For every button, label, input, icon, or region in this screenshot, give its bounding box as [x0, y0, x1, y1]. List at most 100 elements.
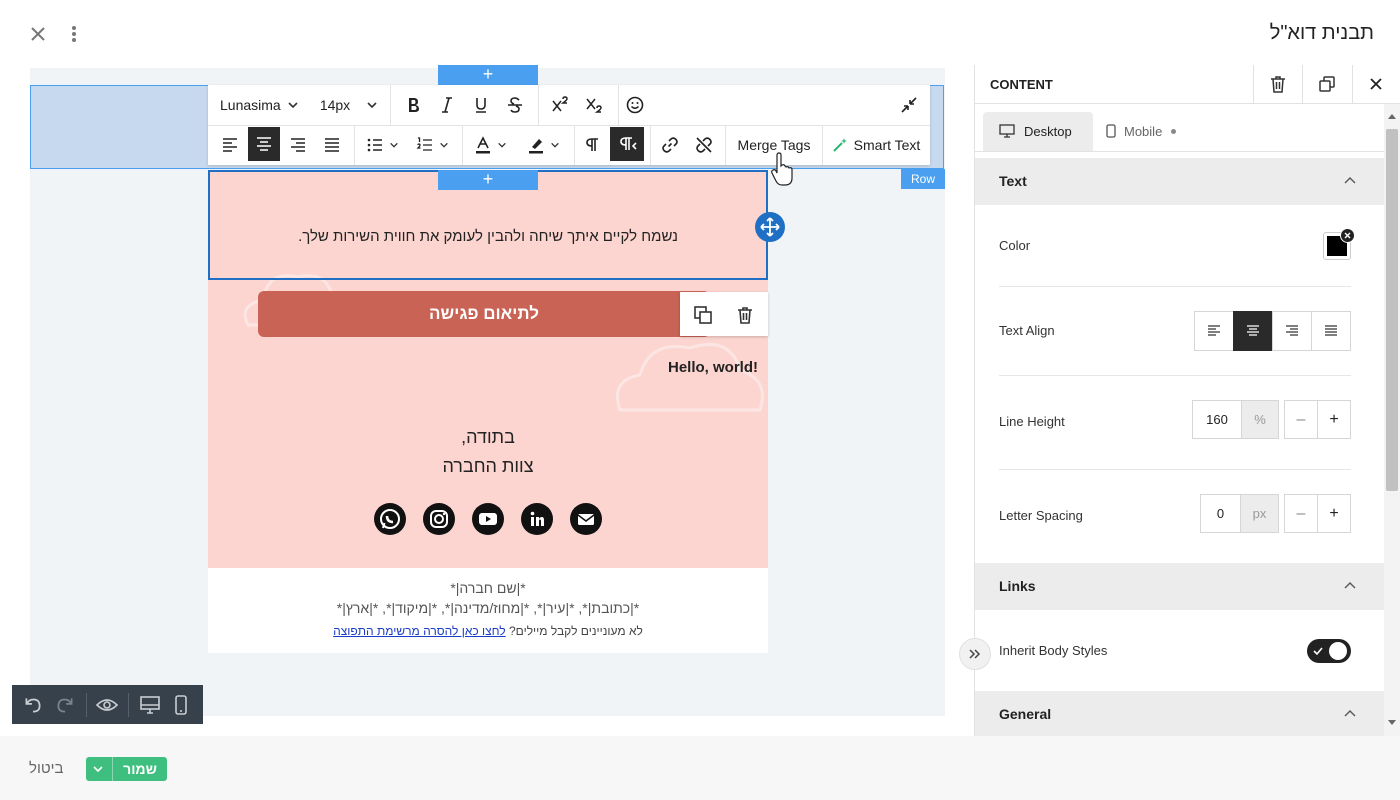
desktop-view-icon[interactable] — [138, 694, 162, 716]
letter-spacing-input[interactable]: 0 — [1200, 494, 1241, 533]
text-formatting-toolbar: Lunasima 14px Merge Tags Smart Text — [208, 85, 930, 165]
font-family-value: Lunasima — [220, 97, 281, 113]
double-chevron-right-icon — [969, 649, 981, 659]
scrollbar-thumb[interactable] — [1386, 129, 1398, 491]
cta-button[interactable]: לתיאום פגישה — [258, 291, 710, 337]
smart-text-label: Smart Text — [853, 137, 921, 153]
duplicate-icon[interactable] — [692, 304, 714, 326]
strikethrough-button[interactable] — [500, 93, 530, 117]
redo-icon[interactable] — [54, 694, 76, 716]
preview-eye-icon[interactable] — [95, 694, 119, 716]
chevron-up-icon — [1344, 177, 1356, 184]
section-text-header[interactable]: Text — [975, 158, 1384, 205]
row-tag[interactable]: Row — [901, 169, 945, 189]
youtube-icon[interactable] — [472, 503, 504, 535]
rtl-direction-button[interactable] — [610, 127, 644, 161]
close-panel-icon[interactable] — [1366, 74, 1386, 94]
tab-label: Mobile — [1124, 124, 1163, 139]
panel-align-justify-button[interactable] — [1311, 311, 1351, 351]
clear-color-icon[interactable] — [1340, 228, 1355, 243]
panel-align-left-button[interactable] — [1194, 311, 1234, 351]
italic-button[interactable] — [432, 93, 462, 117]
hello-text[interactable]: Hello, world! — [668, 359, 758, 376]
message-text[interactable]: נשמח לקיים איתך שיחה ולהבין לעומק את חוו… — [208, 228, 768, 245]
text-color-button[interactable] — [468, 129, 512, 161]
unsubscribe-text: לא מעוניינים לקבל מיילים? — [509, 624, 643, 638]
align-center-button[interactable] — [248, 127, 280, 161]
letter-spacing-decrement[interactable]: – — [1284, 494, 1318, 533]
signoff-line: צוות החברה — [442, 456, 534, 476]
scroll-up-icon[interactable] — [1387, 112, 1397, 120]
panel-align-right-button[interactable] — [1272, 311, 1312, 351]
link-icon[interactable] — [654, 129, 686, 161]
panel-scrollbar[interactable] — [1384, 104, 1400, 736]
chevron-up-icon — [1344, 710, 1356, 717]
collapse-panel-button[interactable] — [959, 638, 991, 670]
save-button[interactable]: שמור — [86, 757, 167, 781]
line-height-label: Line Height — [999, 414, 1065, 429]
line-height-increment[interactable]: + — [1317, 400, 1351, 439]
email-icon[interactable] — [570, 503, 602, 535]
superscript-button[interactable] — [544, 93, 576, 117]
smart-text-button[interactable]: Smart Text — [826, 129, 926, 161]
emoji-icon[interactable] — [620, 93, 650, 117]
undo-icon[interactable] — [22, 694, 44, 716]
move-handle-icon[interactable] — [755, 212, 785, 242]
tab-mobile[interactable]: Mobile — [1100, 112, 1200, 151]
save-label: שמור — [123, 761, 157, 777]
underline-button[interactable] — [466, 93, 496, 117]
linkedin-icon[interactable] — [521, 503, 553, 535]
font-family-select[interactable]: Lunasima — [212, 85, 308, 125]
tab-label: Desktop — [1024, 124, 1072, 139]
section-general-header[interactable]: General — [975, 691, 1384, 736]
signoff[interactable]: בתודה, צוות החברה — [208, 423, 768, 481]
bold-button[interactable] — [398, 93, 428, 117]
font-size-value: 14px — [319, 97, 351, 113]
instagram-icon[interactable] — [423, 503, 455, 535]
unsaved-dot — [1171, 129, 1176, 134]
tab-desktop[interactable]: Desktop — [983, 112, 1093, 151]
chevron-up-icon — [1344, 582, 1356, 589]
subscript-button[interactable] — [578, 93, 610, 117]
whatsapp-icon[interactable] — [374, 503, 406, 535]
line-height-decrement[interactable]: – — [1284, 400, 1318, 439]
close-icon[interactable] — [28, 24, 48, 44]
footer-company: *|שם חברה|* — [450, 580, 526, 596]
letter-spacing-increment[interactable]: + — [1317, 494, 1351, 533]
panel-title: CONTENT — [990, 77, 1053, 92]
duplicate-icon[interactable] — [1317, 74, 1337, 94]
section-links-header[interactable]: Links — [975, 563, 1384, 610]
unlink-icon[interactable] — [688, 129, 720, 161]
footer-unsubscribe: לא מעוניינים לקבל מיילים? לחצו כאן להסרה… — [208, 624, 768, 638]
delete-icon[interactable] — [734, 304, 756, 326]
bullet-list-button[interactable] — [360, 129, 404, 161]
trash-icon[interactable] — [1268, 74, 1288, 94]
align-right-button[interactable] — [282, 129, 314, 161]
block-actions — [680, 292, 768, 336]
chevron-down-icon — [367, 102, 377, 109]
letter-spacing-label: Letter Spacing — [999, 508, 1083, 523]
top-bar: תבנית דוא"ל — [0, 0, 1400, 68]
unsubscribe-link[interactable]: לחצו כאן להסרה מרשימת התפוצה — [333, 624, 506, 638]
panel-align-center-button[interactable] — [1233, 311, 1273, 351]
numbered-list-button[interactable] — [410, 129, 454, 161]
ltr-direction-button[interactable] — [578, 129, 608, 161]
inherit-body-styles-toggle[interactable] — [1307, 639, 1351, 663]
collapse-icon[interactable] — [894, 93, 924, 117]
more-options-icon[interactable] — [66, 24, 82, 44]
line-height-input[interactable]: 160 — [1192, 400, 1242, 439]
chevron-down-icon[interactable] — [93, 765, 103, 773]
mobile-view-icon[interactable] — [172, 694, 190, 716]
chevron-down-icon — [288, 102, 298, 109]
add-block-bottom-button[interactable]: + — [438, 170, 538, 190]
add-block-top-button[interactable]: + — [438, 65, 538, 85]
mobile-icon — [1106, 124, 1116, 138]
scroll-down-icon[interactable] — [1387, 719, 1397, 727]
cancel-button[interactable]: ביטול — [29, 760, 64, 777]
align-justify-button[interactable] — [316, 129, 348, 161]
font-size-select[interactable]: 14px — [314, 85, 384, 125]
highlight-color-button[interactable] — [518, 129, 568, 161]
align-left-button[interactable] — [214, 129, 246, 161]
text-align-label: Text Align — [999, 323, 1055, 338]
line-height-unit: % — [1241, 400, 1279, 439]
